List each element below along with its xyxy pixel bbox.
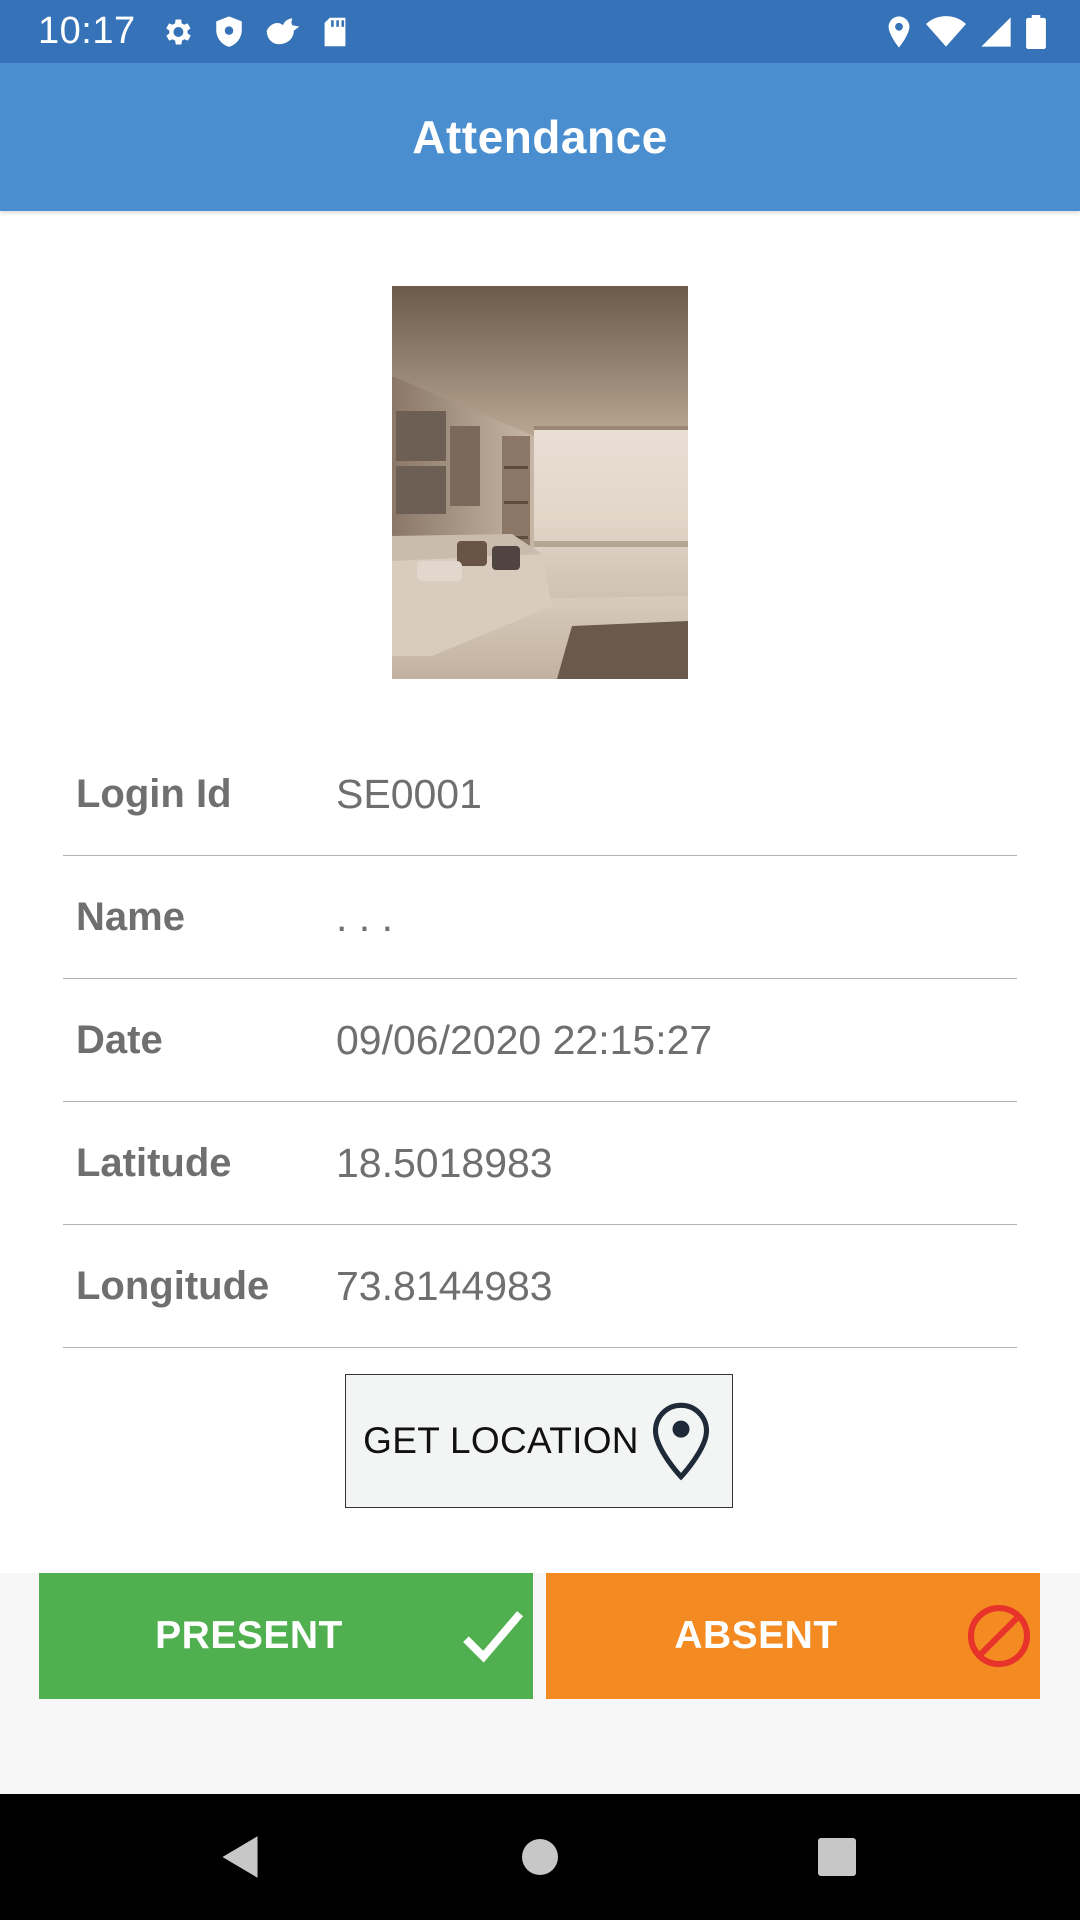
date-value: 09/06/2020 22:15:27: [336, 1016, 713, 1063]
navigation-bar: [0, 1794, 1080, 1920]
battery-icon: [1026, 14, 1046, 49]
map-pin-icon: [647, 1400, 715, 1482]
back-icon[interactable]: [200, 1794, 280, 1920]
status-icons-left: [160, 15, 348, 49]
block-icon: [964, 1601, 1034, 1676]
settings-icon: [160, 15, 194, 49]
status-bar: 10:17: [0, 0, 1080, 63]
sd-card-icon: [322, 16, 348, 48]
info-row-login-id: Login Id SE0001: [63, 733, 1017, 856]
get-location-label: GET LOCATION: [363, 1420, 639, 1461]
status-icons-right: [886, 0, 1046, 63]
present-label: PRESENT: [155, 1614, 343, 1657]
location-icon: [886, 15, 912, 49]
present-button[interactable]: PRESENT: [39, 1573, 533, 1699]
wifi-icon: [926, 15, 966, 48]
app-bar: Attendance: [0, 63, 1080, 211]
login-id-label: Login Id: [76, 771, 232, 816]
absent-button[interactable]: ABSENT: [546, 1573, 1040, 1699]
absent-label: ABSENT: [674, 1614, 838, 1657]
info-row-latitude: Latitude 18.5018983: [63, 1102, 1017, 1225]
check-icon: [461, 1601, 525, 1676]
login-id-value: SE0001: [336, 770, 482, 817]
name-value: . . .: [336, 893, 393, 940]
longitude-label: Longitude: [76, 1263, 270, 1308]
status-time: 10:17: [38, 10, 136, 52]
info-row-name: Name . . .: [63, 856, 1017, 979]
latitude-label: Latitude: [76, 1140, 232, 1185]
longitude-value: 73.8144983: [336, 1262, 553, 1309]
date-label: Date: [76, 1017, 163, 1062]
info-row-date: Date 09/06/2020 22:15:27: [63, 979, 1017, 1102]
attendance-photo: [392, 286, 688, 679]
recents-icon[interactable]: [797, 1794, 877, 1920]
latitude-value: 18.5018983: [336, 1139, 553, 1186]
shield-icon: [214, 15, 244, 49]
name-label: Name: [76, 894, 185, 939]
home-icon[interactable]: [500, 1794, 580, 1920]
bird-icon: [264, 17, 302, 47]
get-location-button[interactable]: GET LOCATION: [345, 1374, 733, 1508]
signal-icon: [980, 16, 1012, 48]
page-title: Attendance: [412, 111, 668, 163]
info-row-longitude: Longitude 73.8144983: [63, 1225, 1017, 1348]
